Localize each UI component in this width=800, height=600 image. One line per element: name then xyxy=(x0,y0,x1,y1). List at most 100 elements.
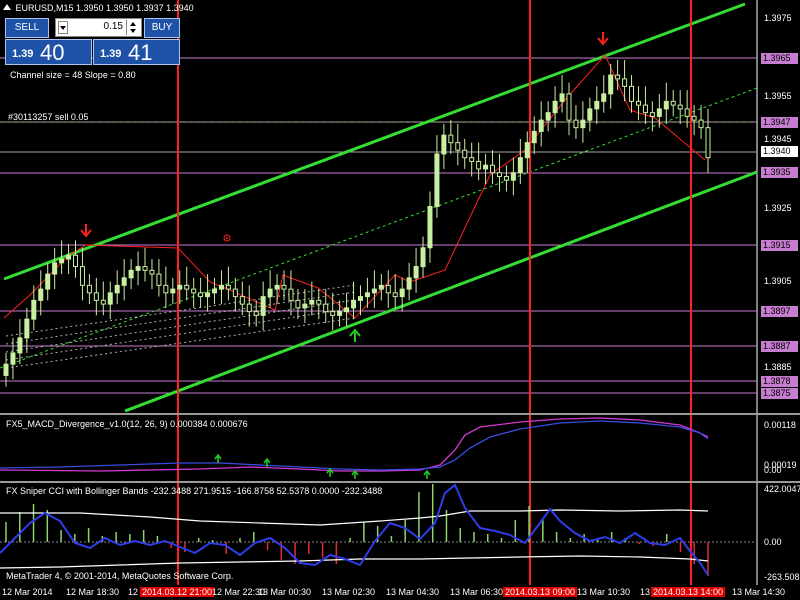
time-label: 12 Mar 18:30 xyxy=(66,587,120,597)
price-level-label: 1.3965 xyxy=(761,53,798,64)
time-label: 13 Mar 06:30 xyxy=(450,587,504,597)
candle-body xyxy=(580,119,586,129)
candle-body xyxy=(86,284,92,294)
candle-body xyxy=(93,292,99,301)
order-info-text: #30113257 sell 0.05 xyxy=(8,112,89,122)
candle-body xyxy=(24,318,30,339)
event-time-label: 2014.03.13 14:00 xyxy=(651,587,726,597)
candle-body xyxy=(330,311,336,316)
sell-arrow-icon xyxy=(597,32,609,46)
candle-body xyxy=(212,288,218,294)
buy-button[interactable]: BUY xyxy=(144,18,180,38)
candle-body xyxy=(399,288,405,298)
candle-body xyxy=(670,100,676,106)
candle-body xyxy=(344,307,350,313)
candle-body xyxy=(156,273,162,286)
macd-title: FX5_MACD_Divergence_v1.0(12, 26, 9) 0.00… xyxy=(6,419,248,429)
candle-body xyxy=(351,299,357,309)
sell-button[interactable]: SELL xyxy=(5,18,49,38)
candle-body xyxy=(337,311,343,316)
candle-body xyxy=(371,288,377,294)
candle-body xyxy=(17,337,23,354)
price-tick: 1.3885 xyxy=(764,362,792,372)
lot-dropdown-icon[interactable] xyxy=(58,21,68,34)
candle-body xyxy=(79,266,85,286)
candle-body xyxy=(566,93,572,121)
candle-body xyxy=(316,299,322,305)
candle-body xyxy=(392,292,398,298)
price-level-label: 1.3935 xyxy=(761,167,798,178)
candle-body xyxy=(100,299,106,305)
candle-body xyxy=(559,93,565,102)
candle-body xyxy=(503,175,509,181)
candle-body xyxy=(517,157,523,174)
candle-body xyxy=(295,299,301,309)
cci-upper-band xyxy=(0,509,709,526)
candle-body xyxy=(205,292,211,298)
buy-price-quote[interactable]: 1.39 41 xyxy=(93,39,180,65)
cci-histogram xyxy=(5,484,709,576)
candle-body xyxy=(184,284,190,290)
candle-body xyxy=(538,119,544,132)
candle-body xyxy=(469,157,475,162)
candle-body xyxy=(385,284,391,294)
main-chart-pane[interactable]: EURUSD,M15 1.3950 1.3950 1.3937 1.3940 S… xyxy=(0,0,800,413)
candle-body xyxy=(246,303,252,313)
candle-body xyxy=(594,100,600,110)
event-time-label: 2014.03.13 09:00 xyxy=(503,587,578,597)
current-price-label: 1.3940 xyxy=(761,146,798,157)
time-label: 13 Mar 00:30 xyxy=(258,587,312,597)
collapse-icon[interactable] xyxy=(3,4,11,10)
up-arrow-icon xyxy=(351,469,359,479)
price-tick: 1.3955 xyxy=(764,91,792,101)
candle-body xyxy=(677,104,683,110)
candle-body xyxy=(3,363,9,376)
symbol-header-text: EURUSD,M15 1.3950 1.3950 1.3937 1.3940 xyxy=(15,3,194,13)
candle-body xyxy=(309,299,315,305)
candle-body xyxy=(691,115,697,121)
candle-body xyxy=(635,100,641,106)
candle-body xyxy=(573,119,579,129)
candle-body xyxy=(52,262,58,275)
lot-spinner-icon[interactable] xyxy=(126,20,139,35)
candle-body xyxy=(698,119,704,129)
candle-body xyxy=(649,112,655,117)
time-label: 12 Mar 2014 xyxy=(2,587,53,597)
candle-body xyxy=(427,206,433,249)
cci-scale-mid: 0.00 xyxy=(764,537,782,547)
candle-body xyxy=(531,130,537,144)
candle-body xyxy=(413,266,419,279)
sell-price-quote[interactable]: 1.39 40 xyxy=(5,39,92,65)
cci-line xyxy=(0,483,709,576)
trend-channel[interactable] xyxy=(0,2,758,413)
copyright-text: MetaTrader 4, © 2001-2014, MetaQuotes So… xyxy=(6,571,234,581)
candle-body xyxy=(45,273,51,290)
price-level-label: 1.3897 xyxy=(761,306,798,317)
candle-body xyxy=(274,284,280,290)
candle-body xyxy=(59,258,65,264)
macd-pane[interactable]: FX5_MACD_Divergence_v1.0(12, 26, 9) 0.00… xyxy=(0,415,800,481)
lot-size-field[interactable]: 0.15 xyxy=(55,18,142,37)
candle-body xyxy=(656,108,662,117)
channel-info-text: Channel size = 48 Slope = 0.80 xyxy=(10,70,136,80)
candle-body xyxy=(462,149,468,159)
candle-body xyxy=(253,311,259,316)
price-level-label: 1.3875 xyxy=(761,388,798,399)
candle-body xyxy=(510,172,516,181)
candle-body xyxy=(587,108,593,121)
candle-body xyxy=(490,164,496,174)
cci-scale-bottom: -263.508 xyxy=(764,572,800,582)
candle-body xyxy=(455,142,461,151)
cci-pane[interactable]: FX Sniper CCI with Bollinger Bands -232.… xyxy=(0,483,800,585)
candle-body xyxy=(267,288,273,298)
lot-value[interactable]: 0.15 xyxy=(104,21,123,32)
time-label: 13 Mar 14:30 xyxy=(732,587,786,597)
price-level-label: 1.3878 xyxy=(761,376,798,387)
price-tick: 1.3945 xyxy=(764,134,792,144)
candle-body xyxy=(239,296,245,305)
candle-body xyxy=(615,74,621,80)
candle-body xyxy=(483,164,489,170)
candle-body xyxy=(629,85,635,102)
candle-body xyxy=(642,104,648,114)
candle-body xyxy=(434,153,440,208)
